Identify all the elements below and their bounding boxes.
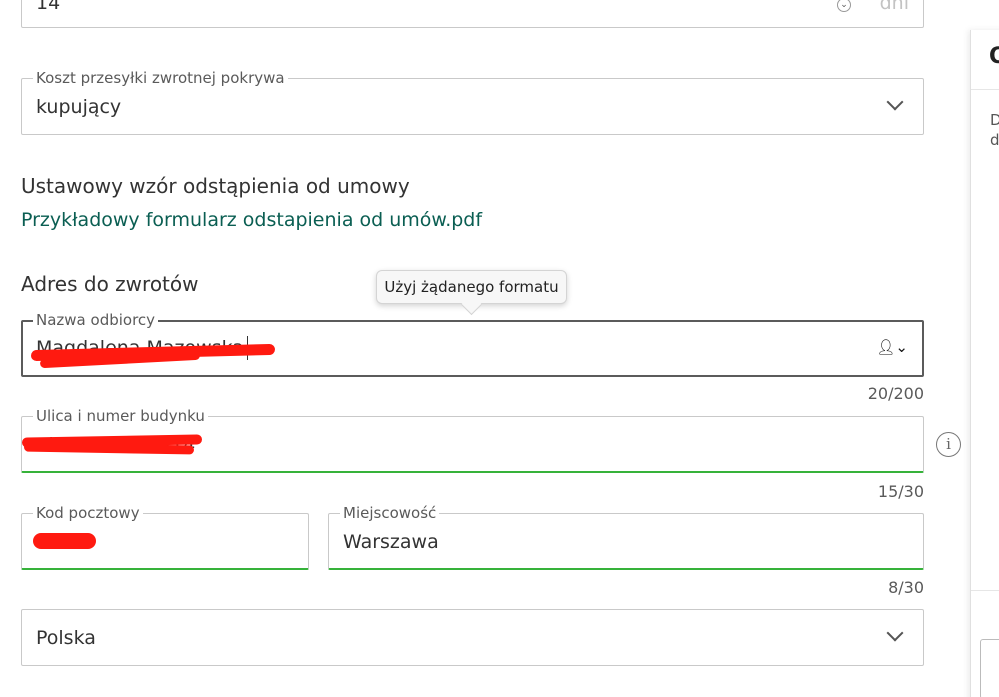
recipient-name-label: Nazwa odbiorcy [33, 312, 159, 329]
street-label: Ulica i numer budynku [33, 408, 208, 425]
shipping-cost-label: Koszt przesyłki zwrotnej pokrywa [33, 70, 288, 87]
chevron-down-icon [886, 93, 904, 111]
city-field[interactable]: Miejscowość Warszawa [328, 505, 924, 570]
recipient-name-counter: 20/200 [867, 384, 924, 403]
return-days-unit: dni [879, 0, 909, 14]
statutory-form-link[interactable]: Przykładowy formularz odstapienia od umó… [21, 209, 482, 231]
side-panel-text-line: d [990, 131, 999, 149]
side-panel-footer [971, 590, 999, 697]
shipping-cost-value: kupujący [36, 96, 122, 118]
side-panel-header: O [971, 30, 999, 90]
format-tooltip-text: Użyj żądanego formatu [384, 278, 559, 296]
statutory-form-heading: Ustawowy wzór odstąpienia od umowy [21, 174, 410, 198]
format-tooltip: Użyj żądanego formatu [376, 270, 567, 304]
street-counter: 15/30 [877, 482, 924, 501]
stepper-icon[interactable]: ⌄ [837, 0, 851, 12]
city-label: Miejscowość [340, 505, 440, 522]
shipping-cost-select[interactable]: Koszt przesyłki zwrotnej pokrywa kupując… [21, 70, 924, 135]
side-panel-text: D d [971, 90, 999, 150]
country-value: Polska [36, 627, 96, 649]
side-panel-title: O [989, 44, 999, 69]
side-panel: O D d [970, 30, 999, 697]
return-days-value: 14 [36, 0, 61, 14]
info-icon[interactable]: i [936, 432, 961, 457]
chevron-down-icon [886, 624, 904, 642]
return-address-heading: Adres do zwrotów [21, 272, 199, 296]
city-value: Warszawa [343, 531, 439, 553]
side-panel-button[interactable] [980, 639, 999, 697]
return-policy-form: 14 ⌄ dni Koszt przesyłki zwrotnej pokryw… [0, 0, 999, 697]
contact-autofill-icon[interactable]: 👤︎⌄ [876, 338, 908, 356]
city-counter: 8/30 [888, 578, 924, 597]
side-panel-text-line: D [990, 111, 999, 129]
return-days-field[interactable]: 14 ⌄ dni [21, 0, 924, 28]
country-select[interactable]: Polska [21, 609, 924, 666]
postal-code-label: Kod pocztowy [33, 505, 143, 522]
redaction-mark [33, 533, 96, 549]
